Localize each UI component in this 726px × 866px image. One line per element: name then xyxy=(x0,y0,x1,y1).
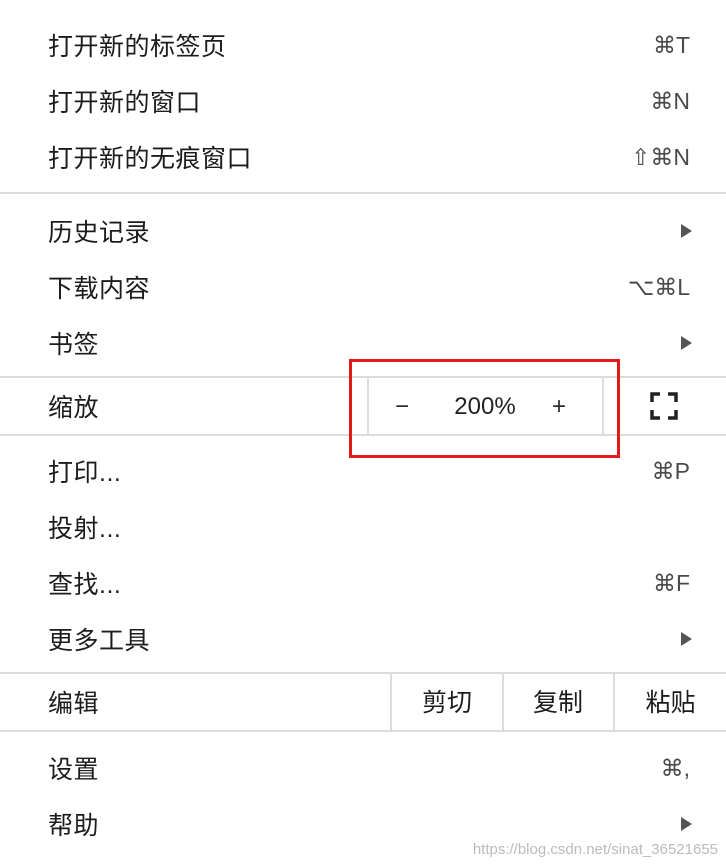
menu-item-label: 投射... xyxy=(48,515,122,543)
menu-item-label: 打印... xyxy=(48,459,122,487)
menu-item-label: 帮助 xyxy=(48,812,100,840)
menu-item-find[interactable]: 查找... ⌘F xyxy=(0,555,726,611)
chrome-main-menu: 打开新的标签页 ⌘T 打开新的窗口 ⌘N 打开新的无痕窗口 ⇧⌘N 历史记录 下… xyxy=(0,0,726,866)
menu-item-label: 打开新的窗口 xyxy=(48,89,202,117)
menu-item-label: 编辑 xyxy=(48,690,100,718)
chevron-right-icon xyxy=(681,817,692,831)
menu-item-label: 设置 xyxy=(48,756,100,784)
menu-item-more-tools[interactable]: 更多工具 xyxy=(0,611,726,667)
watermark: https://blog.csdn.net/sinat_36521655 xyxy=(472,841,718,858)
menu-item-label: 更多工具 xyxy=(48,627,151,655)
menu-item-downloads[interactable]: 下载内容 ⌥⌘L xyxy=(0,259,726,315)
menu-item-history[interactable]: 历史记录 xyxy=(0,203,726,259)
chevron-right-icon xyxy=(681,632,692,646)
menu-item-label: 书签 xyxy=(48,331,100,359)
menu-item-label: 历史记录 xyxy=(48,219,151,247)
paste-button[interactable]: 粘贴 xyxy=(615,674,726,730)
menu-separator xyxy=(0,192,726,194)
menu-item-label: 查找... xyxy=(48,571,122,599)
shortcut-hint: ⌘P xyxy=(651,457,690,484)
menu-item-settings[interactable]: 设置 ⌘, xyxy=(0,740,726,796)
menu-item-label: 缩放 xyxy=(48,394,100,422)
menu-item-label: 打开新的标签页 xyxy=(48,33,227,61)
menu-item-new-incognito[interactable]: 打开新的无痕窗口 ⇧⌘N xyxy=(0,129,726,185)
shortcut-hint: ⌘N xyxy=(650,87,690,114)
shortcut-hint: ⌥⌘L xyxy=(627,273,690,300)
menu-item-label: 下载内容 xyxy=(48,275,151,303)
chevron-right-icon xyxy=(681,224,692,238)
menu-item-new-window[interactable]: 打开新的窗口 ⌘N xyxy=(0,73,726,129)
menu-item-cast[interactable]: 投射... xyxy=(0,499,726,555)
cut-button[interactable]: 剪切 xyxy=(392,674,502,730)
annotation-highlight-box xyxy=(349,359,620,458)
chevron-right-icon xyxy=(681,336,692,350)
shortcut-hint: ⌘T xyxy=(652,31,690,58)
shortcut-hint: ⌘F xyxy=(652,569,690,596)
menu-separator xyxy=(0,730,726,732)
copy-button[interactable]: 复制 xyxy=(504,674,612,730)
menu-item-new-tab[interactable]: 打开新的标签页 ⌘T xyxy=(0,17,726,73)
shortcut-hint: ⌘, xyxy=(660,754,690,781)
shortcut-hint: ⇧⌘N xyxy=(631,143,690,170)
fullscreen-icon[interactable] xyxy=(650,392,678,420)
menu-item-label: 打开新的无痕窗口 xyxy=(48,145,253,173)
